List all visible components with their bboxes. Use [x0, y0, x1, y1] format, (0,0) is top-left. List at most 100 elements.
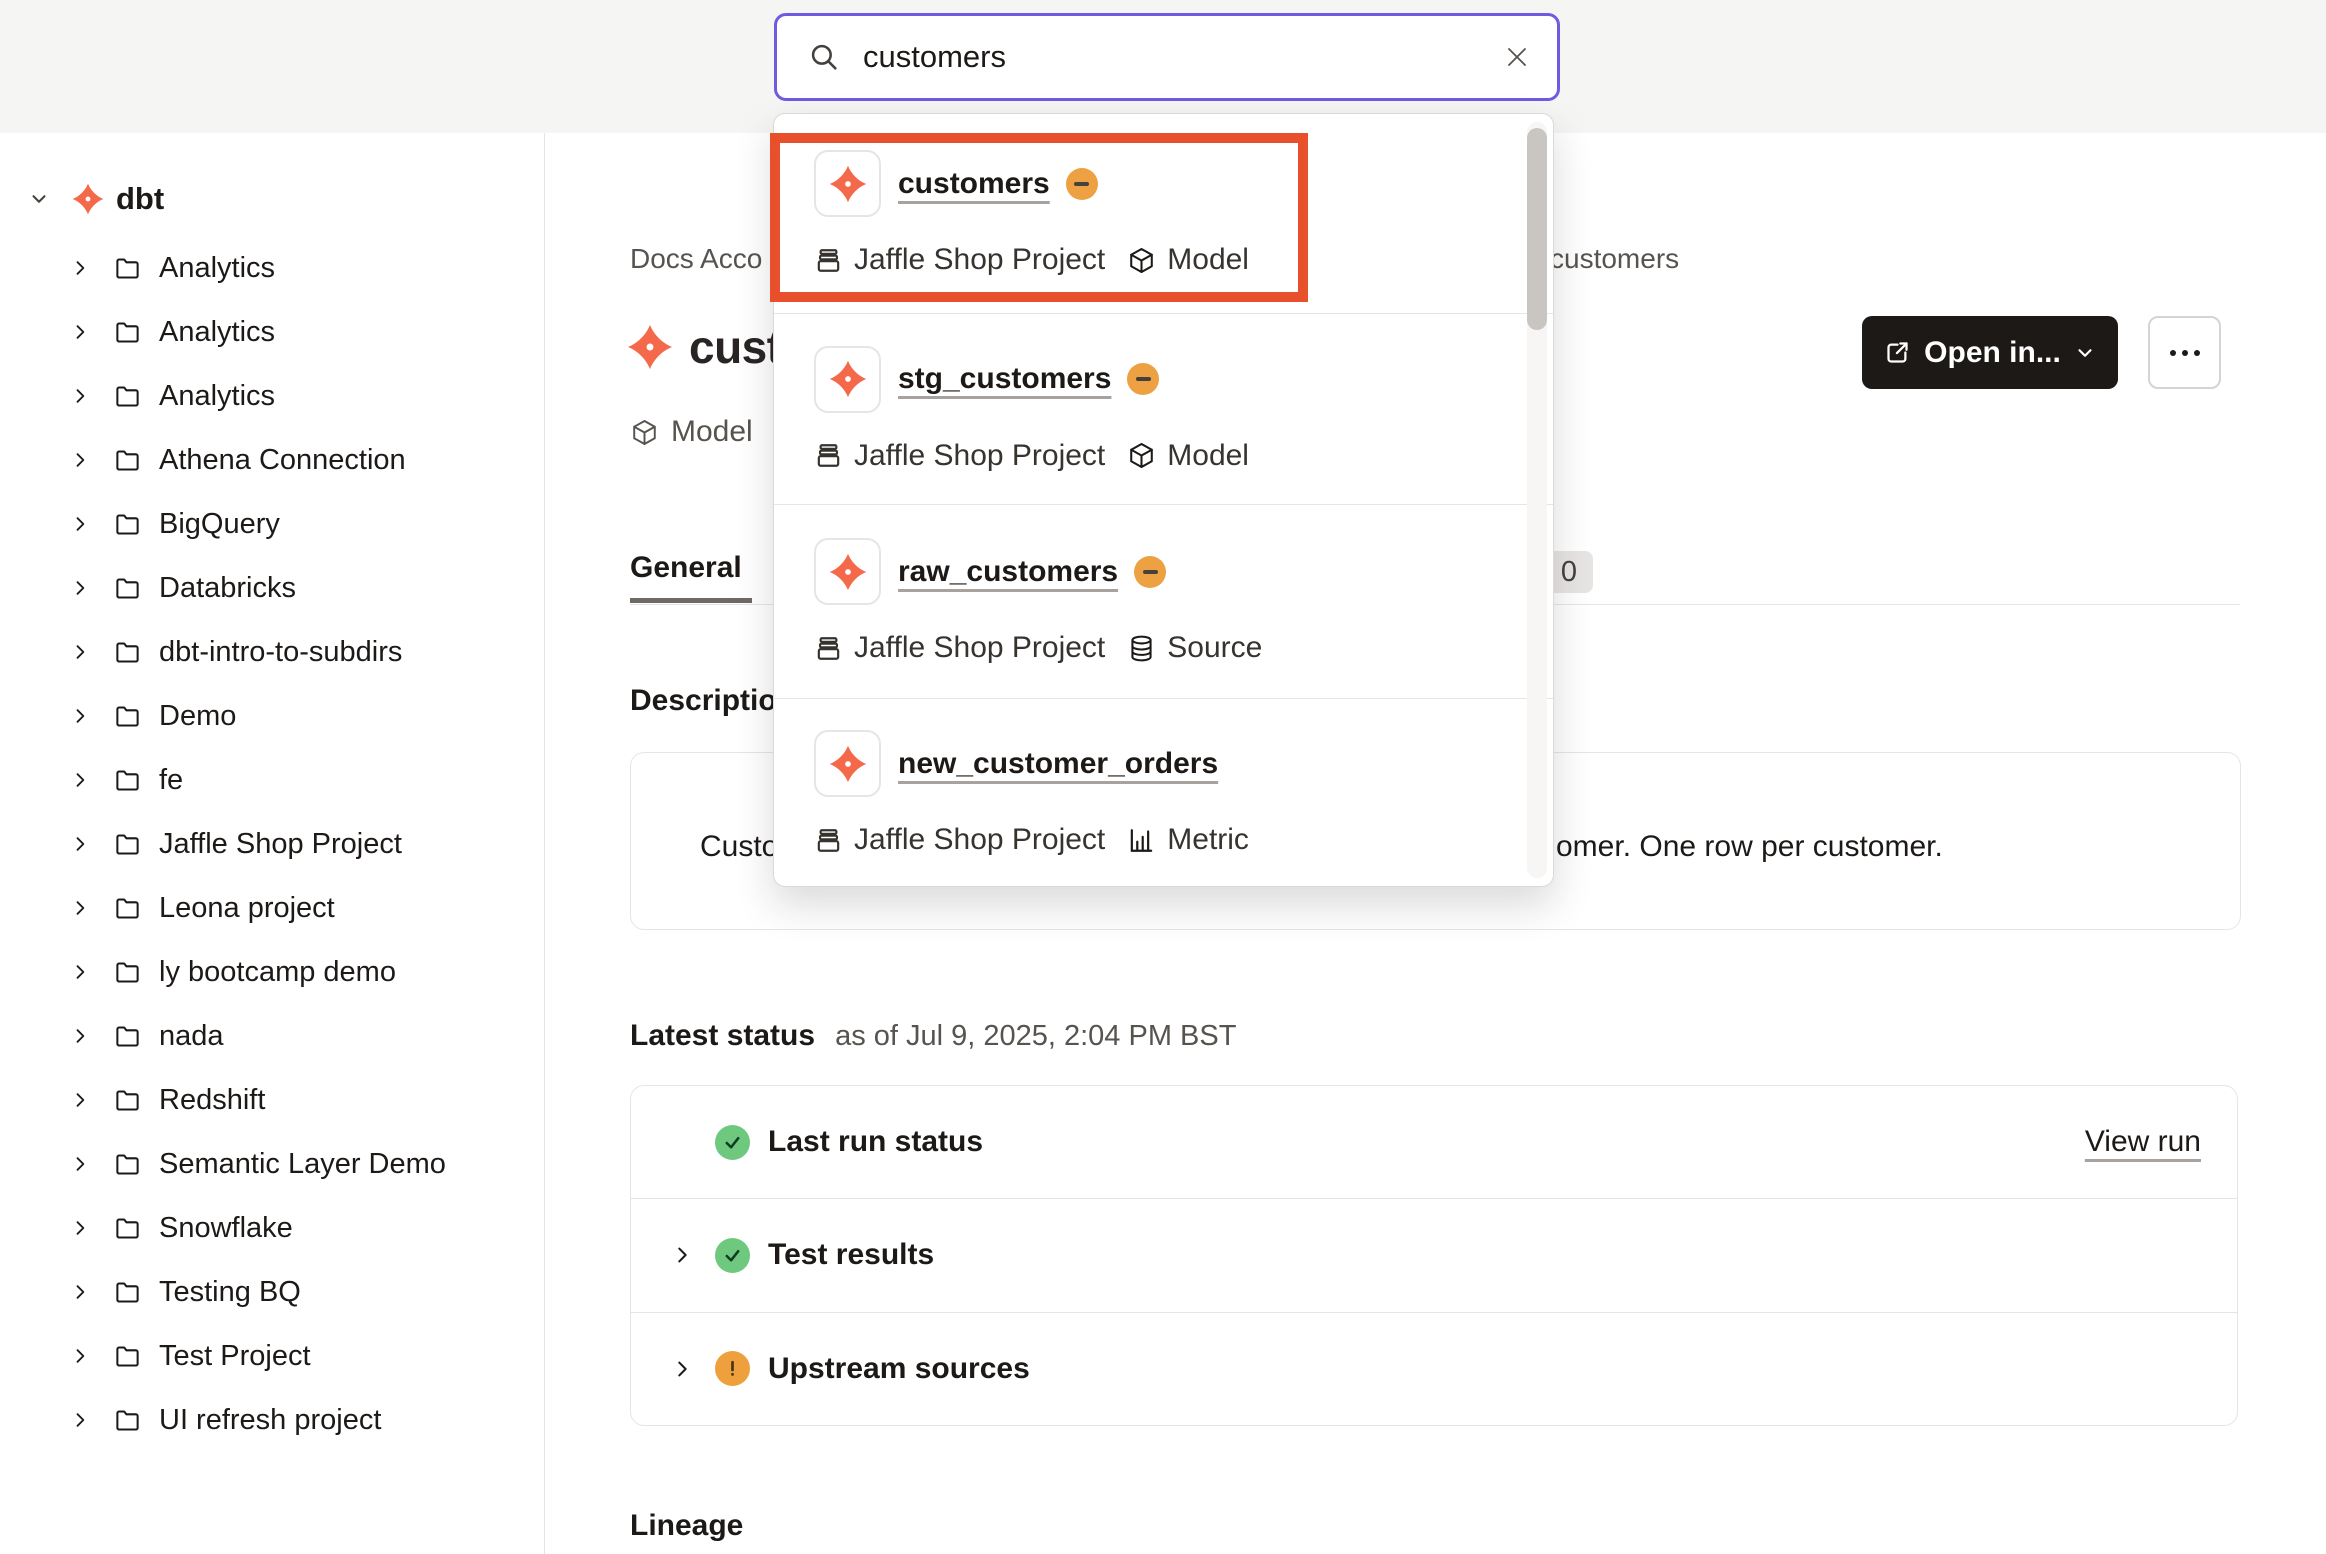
result-name-link[interactable]: stg_customers	[898, 362, 1111, 396]
sidebar-item-bigquery[interactable]: BigQuery	[0, 492, 544, 556]
result-name-link[interactable]: new_customer_orders	[898, 747, 1218, 781]
dbt-logo-icon	[829, 553, 867, 591]
latest-status-heading: Latest status as of Jul 9, 2025, 2:04 PM…	[630, 1019, 1236, 1053]
chevron-down-icon	[2074, 342, 2096, 364]
sidebar-item-label: Leona project	[159, 892, 335, 925]
sidebar-item-label: dbt-intro-to-subdirs	[159, 636, 402, 669]
sidebar-item-redshift[interactable]: Redshift	[0, 1068, 544, 1132]
chevron-right-icon	[70, 1346, 90, 1366]
breadcrumb-current: customers	[1550, 243, 1679, 275]
sidebar-item-label: Analytics	[159, 380, 275, 413]
check-icon	[721, 1244, 744, 1267]
status-row[interactable]: Last run status View run	[631, 1086, 2237, 1198]
latest-status-label: Latest status	[630, 1019, 815, 1053]
sidebar-item-analytics[interactable]: Analytics	[0, 364, 544, 428]
status-row-label: Last run status	[768, 1125, 983, 1159]
search-result-item[interactable]: raw_customers Jaffle Shop Project Source	[774, 504, 1553, 698]
dbt-node-tile	[814, 538, 881, 605]
dbt-logo-icon	[829, 165, 867, 203]
dbt-logo-icon	[627, 324, 673, 370]
folder-icon	[114, 255, 141, 282]
sidebar-item-analytics[interactable]: Analytics	[0, 300, 544, 364]
sidebar-item-label: BigQuery	[159, 508, 280, 541]
sidebar-tree-items: Analytics Analytics Analytics Athena Con…	[0, 236, 544, 1452]
sidebar-item-label: Databricks	[159, 572, 296, 605]
latest-status-timestamp: as of Jul 9, 2025, 2:04 PM BST	[835, 1020, 1236, 1053]
tab-general[interactable]: General	[630, 551, 752, 603]
chevron-right-icon	[70, 1026, 90, 1046]
sidebar-item-nada[interactable]: nada	[0, 1004, 544, 1068]
sidebar-item-label: Analytics	[159, 252, 275, 285]
sidebar-item-testing-bq[interactable]: Testing BQ	[0, 1260, 544, 1324]
folder-icon	[114, 767, 141, 794]
folder-icon	[114, 1023, 141, 1050]
chevron-right-icon	[70, 322, 90, 342]
result-project-label: Jaffle Shop Project	[854, 243, 1105, 277]
project-icon	[814, 634, 843, 663]
status-row-label: Test results	[768, 1238, 934, 1272]
sidebar-item-demo[interactable]: Demo	[0, 684, 544, 748]
resource-type-label: Model	[671, 415, 753, 449]
sidebar-item-dbt-root[interactable]: dbt	[0, 177, 544, 221]
status-icon	[715, 1125, 750, 1160]
sidebar-item-jaffle-shop-project[interactable]: Jaffle Shop Project	[0, 812, 544, 876]
scrollbar-thumb[interactable]	[1527, 128, 1547, 330]
sidebar-item-semantic-layer-demo[interactable]: Semantic Layer Demo	[0, 1132, 544, 1196]
dbt-node-tile	[814, 150, 881, 217]
chevron-right-icon	[671, 1244, 693, 1266]
status-icon	[715, 1238, 750, 1273]
project-icon	[814, 826, 843, 855]
dbt-node-tile	[814, 346, 881, 413]
result-name-link[interactable]: customers	[898, 167, 1050, 201]
chevron-right-icon	[70, 578, 90, 598]
chevron-right-icon	[70, 1282, 90, 1302]
result-meta-line: Jaffle Shop Project Metric	[814, 823, 1553, 857]
sidebar-item-analytics[interactable]: Analytics	[0, 236, 544, 300]
sidebar-item-label: fe	[159, 764, 183, 797]
folder-icon	[114, 1215, 141, 1242]
sidebar-item-ui-refresh-project[interactable]: UI refresh project	[0, 1388, 544, 1452]
status-row[interactable]: Test results	[631, 1198, 2237, 1311]
chevron-right-icon	[70, 642, 90, 662]
folder-icon	[114, 703, 141, 730]
search-result-item[interactable]: new_customer_orders Jaffle Shop Project …	[774, 698, 1553, 887]
result-meta-line: Jaffle Shop Project Model	[814, 439, 1553, 473]
cube-icon	[1127, 246, 1156, 275]
sidebar-item-leona-project[interactable]: Leona project	[0, 876, 544, 940]
search-box[interactable]	[774, 13, 1560, 101]
search-input[interactable]	[861, 38, 1501, 76]
chevron-right-icon	[70, 1090, 90, 1110]
sidebar-item-label: Snowflake	[159, 1212, 293, 1245]
folder-icon	[114, 1151, 141, 1178]
search-result-item[interactable]: customers Jaffle Shop Project Model	[774, 114, 1553, 313]
more-actions-button[interactable]	[2148, 316, 2221, 389]
sidebar-item-ly-bootcamp-demo[interactable]: ly bootcamp demo	[0, 940, 544, 1004]
sidebar-item-label: Testing BQ	[159, 1276, 301, 1309]
result-name-link[interactable]: raw_customers	[898, 555, 1118, 589]
result-project-label: Jaffle Shop Project	[854, 823, 1105, 857]
status-row[interactable]: Upstream sources	[631, 1312, 2237, 1425]
folder-icon	[114, 639, 141, 666]
view-run-link[interactable]: View run	[2085, 1125, 2201, 1159]
sidebar-item-fe[interactable]: fe	[0, 748, 544, 812]
sidebar-item-test-project[interactable]: Test Project	[0, 1324, 544, 1388]
chevron-right-icon	[70, 770, 90, 790]
chevron-right-icon	[70, 1154, 90, 1174]
search-result-item[interactable]: stg_customers Jaffle Shop Project Model	[774, 313, 1553, 504]
sidebar-item-dbt-intro-to-subdirs[interactable]: dbt-intro-to-subdirs	[0, 620, 544, 684]
project-sidebar: dbt Analytics Analytics Analytics Athena…	[0, 133, 545, 1554]
sidebar-item-snowflake[interactable]: Snowflake	[0, 1196, 544, 1260]
cube-icon	[1127, 441, 1156, 470]
sidebar-item-athena-connection[interactable]: Athena Connection	[0, 428, 544, 492]
ellipsis-icon	[2168, 347, 2202, 359]
status-row-label: Upstream sources	[768, 1352, 1030, 1386]
open-in-button[interactable]: Open in...	[1862, 316, 2118, 389]
result-type-label: Metric	[1167, 823, 1249, 857]
check-icon	[721, 1131, 744, 1154]
folder-icon	[114, 831, 141, 858]
close-icon[interactable]	[1501, 41, 1533, 73]
chevron-right-icon	[70, 898, 90, 918]
maturity-badge-icon	[1066, 168, 1098, 200]
chevron-right-icon	[70, 962, 90, 982]
sidebar-item-databricks[interactable]: Databricks	[0, 556, 544, 620]
